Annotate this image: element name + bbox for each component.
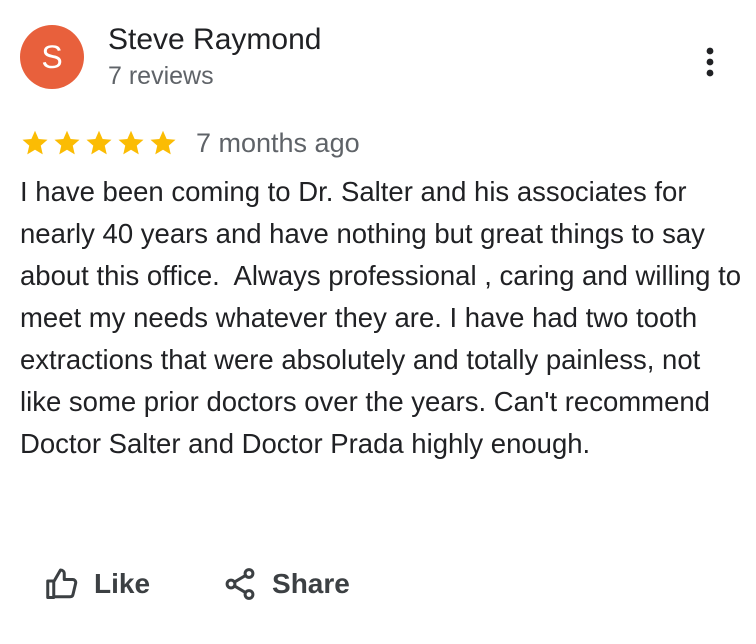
- more-options-button[interactable]: [690, 40, 730, 84]
- review-actions: Like Share: [44, 560, 350, 608]
- more-vert-icon: [706, 47, 714, 77]
- like-label: Like: [94, 568, 151, 599]
- share-icon: [225, 568, 255, 600]
- star-icon: [22, 130, 48, 155]
- star-icon: [150, 130, 176, 155]
- star-icon: [54, 130, 80, 155]
- avatar-initial: S: [41, 38, 63, 75]
- review-date: 7 months ago: [196, 128, 360, 158]
- review-count: 7 reviews: [108, 62, 214, 90]
- star-icon: [86, 130, 112, 155]
- review-text: I have been coming to Dr. Salter and his…: [20, 176, 749, 459]
- like-button[interactable]: Like: [44, 566, 150, 602]
- rating-row: 7 months ago: [20, 124, 360, 162]
- avatar[interactable]: S: [20, 25, 84, 89]
- thumb-up-icon: [46, 568, 78, 599]
- star-icon: [118, 130, 144, 155]
- reviewer-name[interactable]: Steve Raymond: [108, 22, 321, 58]
- share-label: Share: [272, 568, 350, 599]
- share-button[interactable]: Share: [222, 566, 350, 602]
- star-rating: [20, 128, 178, 158]
